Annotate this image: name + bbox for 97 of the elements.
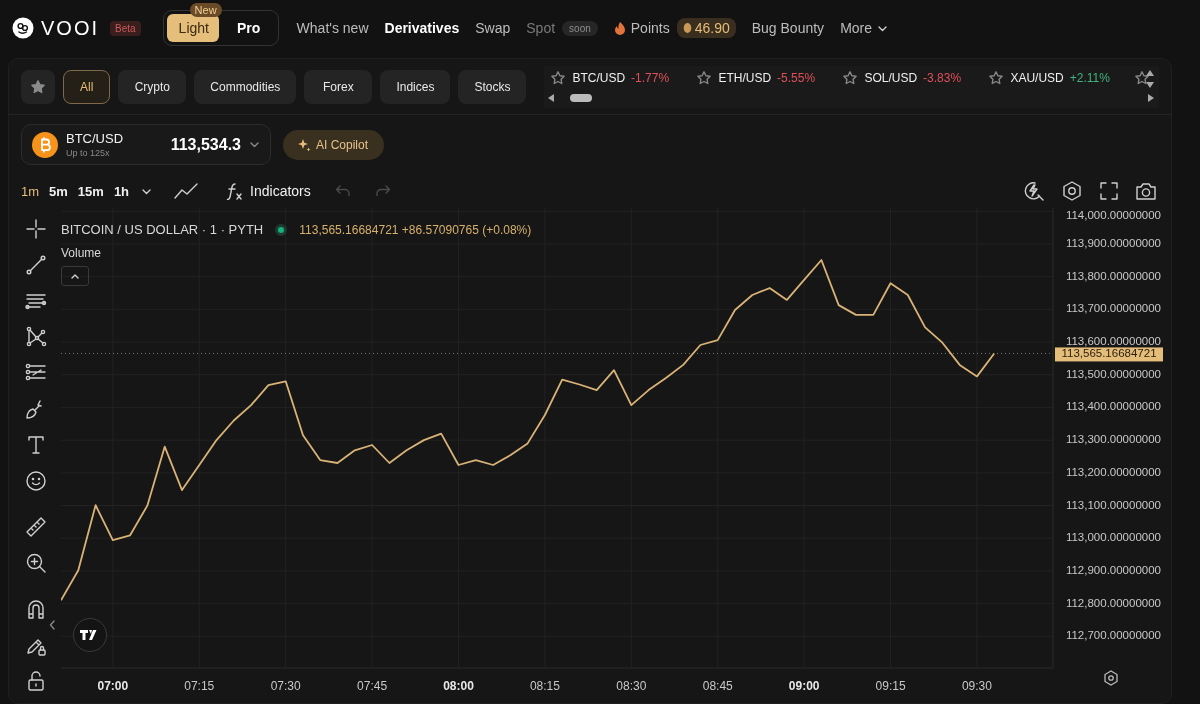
smiley-icon[interactable] xyxy=(25,470,47,492)
sparkle-icon xyxy=(297,137,311,152)
settings-icon[interactable] xyxy=(1061,180,1083,202)
flame-icon xyxy=(613,21,626,35)
ticker-change: -3.83% xyxy=(923,70,962,85)
camera-icon[interactable] xyxy=(1135,181,1157,201)
nav-link[interactable]: More xyxy=(840,20,889,36)
pattern-icon[interactable] xyxy=(25,326,47,348)
zoom-in-icon[interactable] xyxy=(25,552,47,574)
logo-icon xyxy=(12,17,34,39)
magnet-icon[interactable] xyxy=(25,598,47,620)
ticker-change: -5.55% xyxy=(777,70,816,85)
timeframe-button[interactable]: 15m xyxy=(77,181,104,201)
nav-link[interactable]: Bug Bounty xyxy=(751,20,825,36)
time-axis-label: 09:15 xyxy=(875,679,906,693)
flash-search-icon[interactable] xyxy=(1023,180,1045,202)
nav-link[interactable]: Swap xyxy=(475,20,511,36)
points-value: 46.90 xyxy=(694,20,730,36)
price-axis-label: 113,800.00000000 xyxy=(1065,269,1161,282)
time-axis-label: 09:30 xyxy=(961,679,992,693)
time-axis-label: 07:15 xyxy=(184,679,215,693)
price-tag: 113,565.16684721 xyxy=(1055,347,1163,362)
trend-line-icon[interactable] xyxy=(25,254,47,276)
chevron-left-icon[interactable] xyxy=(49,620,55,630)
time-axis-label: 07:00 xyxy=(97,679,129,693)
star-icon xyxy=(988,69,1005,86)
favorites-button[interactable] xyxy=(21,69,55,104)
timeframe-button[interactable]: 5m xyxy=(49,181,68,201)
bitcoin-icon xyxy=(32,131,58,158)
time-axis-label: 08:15 xyxy=(529,679,560,693)
price-axis-label: 112,900.00000000 xyxy=(1065,563,1161,576)
brand-name[interactable]: VOOI xyxy=(41,16,99,40)
nav-link[interactable]: Points 46.90 xyxy=(613,18,736,38)
ruler-icon[interactable] xyxy=(25,516,47,538)
price-quote: 113,565.16684721 +86.57090765 (+0.08%) xyxy=(299,222,532,237)
category-tab[interactable]: All xyxy=(63,69,111,104)
time-axis-label: 08:30 xyxy=(616,679,647,693)
time-axis-label: 08:45 xyxy=(702,679,733,693)
price-axis-label: 113,400.00000000 xyxy=(1065,400,1161,413)
line-chart-icon[interactable] xyxy=(174,183,199,199)
price-axis-label: 112,700.00000000 xyxy=(1065,629,1161,642)
crosshair-icon[interactable] xyxy=(25,218,47,240)
market-price: 113,534.3 xyxy=(170,135,241,154)
price-axis-label: 113,700.00000000 xyxy=(1065,302,1161,315)
category-tab[interactable]: Crypto xyxy=(118,69,187,104)
price-axis-label: 113,600.00000000 xyxy=(1065,335,1161,348)
ticker-change: +2.11% xyxy=(1069,70,1110,85)
category-tab[interactable]: Indices xyxy=(380,69,451,104)
price-axis-label: 113,100.00000000 xyxy=(1065,498,1161,511)
market-symbol: BTC/USD xyxy=(66,131,125,146)
text-tool-icon[interactable] xyxy=(25,434,47,456)
tradingview-logo[interactable] xyxy=(73,618,107,652)
indicators-button[interactable]: Indicators xyxy=(226,182,311,200)
price-axis-label: 113,200.00000000 xyxy=(1065,465,1161,478)
collapse-button[interactable] xyxy=(61,266,89,286)
time-axis-label: 09:00 xyxy=(788,679,820,693)
new-badge: New xyxy=(189,3,222,17)
nav-link[interactable]: What's new xyxy=(296,20,369,36)
beta-badge: Beta xyxy=(110,20,141,36)
lock-icon[interactable] xyxy=(25,670,47,692)
ticker-change: -1.77% xyxy=(631,70,670,85)
time-axis-label: 08:00 xyxy=(443,679,474,693)
star-icon xyxy=(550,69,567,86)
price-axis-label: 113,500.00000000 xyxy=(1065,367,1161,380)
ticker-symbol[interactable]: ETH/USD xyxy=(718,70,772,85)
price-axis-label: 114,000.00000000 xyxy=(1065,209,1161,221)
market-selector[interactable]: BTC/USD Up to 125x 113,534.3 xyxy=(21,124,271,165)
nav-link[interactable]: Derivatives xyxy=(384,20,460,36)
star-icon xyxy=(842,69,859,86)
ticker-symbol[interactable]: SOL/USD xyxy=(864,70,918,85)
volume-label: Volume xyxy=(61,246,102,260)
timeframe-button[interactable]: 1m xyxy=(21,181,40,201)
star-icon xyxy=(30,78,46,95)
time-axis-label: 07:45 xyxy=(357,679,388,693)
price-axis-label: 113,300.00000000 xyxy=(1065,433,1161,446)
mode-option[interactable]: Pro xyxy=(222,14,275,42)
category-tab[interactable]: Stocks xyxy=(458,69,527,104)
leverage-label: Up to 125x xyxy=(66,148,111,158)
settings-icon[interactable] xyxy=(1104,670,1118,686)
star-icon xyxy=(696,69,713,86)
time-axis-label: 07:30 xyxy=(270,679,301,693)
ticker-symbol[interactable]: BTC/USD xyxy=(572,70,626,85)
soon-badge: soon xyxy=(562,20,598,36)
price-axis-label: 113,900.00000000 xyxy=(1065,236,1161,249)
timeframe-button[interactable]: 1h xyxy=(113,181,130,201)
price-axis-label: 113,000.00000000 xyxy=(1065,531,1161,544)
caret-up-icon xyxy=(70,272,80,280)
star-icon xyxy=(1134,69,1151,86)
category-tab[interactable]: Forex xyxy=(304,69,373,104)
category-tab[interactable]: Commodities xyxy=(194,69,297,104)
fullscreen-icon[interactable] xyxy=(1099,181,1119,201)
mode-option[interactable]: Light xyxy=(166,14,219,42)
coin-icon xyxy=(682,22,692,34)
price-axis-label: 112,800.00000000 xyxy=(1065,596,1161,609)
chart-title: BITCOIN / US DOLLAR · 1 · PYTH xyxy=(61,222,264,237)
ticker-symbol[interactable]: XAU/USD xyxy=(1010,70,1064,85)
ai-copilot-button[interactable]: AI Copilot xyxy=(283,129,385,160)
